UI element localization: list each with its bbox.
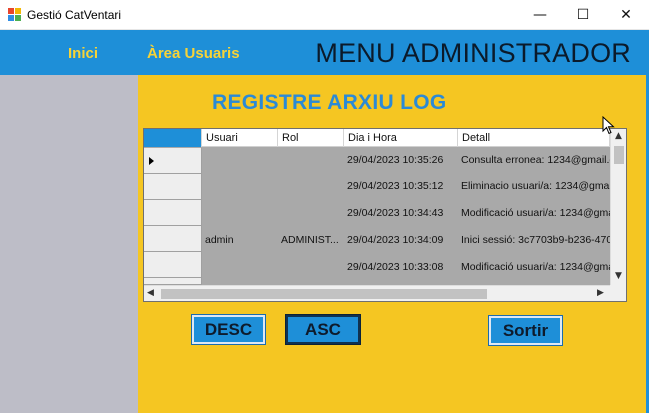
asc-button[interactable]: ASC [285, 314, 361, 345]
page-title: REGISTRE ARXIU LOG [212, 91, 447, 114]
column-header-dia-hora[interactable]: Dia i Hora [344, 129, 458, 147]
title-bar: Gestió CatVentari — ☐ ✕ [0, 0, 649, 30]
scrollbar-corner [610, 285, 626, 301]
cell-dia-hora[interactable]: 29/04/2023 10:35:26 [347, 153, 457, 167]
mouse-pointer-icon [602, 116, 615, 135]
left-panel [0, 75, 138, 413]
row-header[interactable] [144, 226, 202, 252]
scroll-down-icon[interactable]: ▼ [615, 271, 622, 281]
log-data-grid[interactable]: Usuari Rol Dia i Hora Detall 29/04/2023 … [143, 128, 627, 302]
vertical-scroll-thumb[interactable] [614, 146, 624, 164]
cell-dia-hora[interactable]: 29/04/2023 10:34:43 [347, 206, 457, 220]
menu-bar: Inici Àrea Usuaris MENU ADMINISTRADOR [0, 30, 649, 75]
cell-dia-hora[interactable]: 29/04/2023 10:35:12 [347, 179, 457, 193]
cell-usuari[interactable] [205, 153, 277, 167]
cell-detall[interactable]: Inici sessió: 3c7703b9-b236-470c [461, 233, 610, 247]
cell-detall[interactable]: Modificació usuari/a: 1234@gmai [461, 260, 610, 274]
row-header[interactable] [144, 174, 202, 200]
maximize-icon: ☐ [576, 7, 590, 23]
cell-dia-hora[interactable]: 29/04/2023 10:33:08 [347, 260, 457, 274]
column-header-rol[interactable]: Rol [278, 129, 344, 147]
menu-item-inici[interactable]: Inici [68, 45, 98, 62]
cell-rol[interactable]: ADMINIST... [281, 233, 343, 247]
cell-detall[interactable]: Eliminacio usuari/a: 1234@gmail. [461, 179, 610, 193]
cell-usuari[interactable] [205, 206, 277, 220]
grid-corner-header[interactable] [144, 129, 202, 147]
cell-detall[interactable]: Consulta erronea: 1234@gmail.co [461, 153, 610, 167]
row-header[interactable] [144, 278, 202, 285]
minimize-icon: — [533, 7, 547, 23]
cell-dia-hora[interactable]: 29/04/2023 10:34:09 [347, 233, 457, 247]
cell-rol[interactable] [281, 153, 343, 167]
scroll-right-icon[interactable]: ▶ [597, 288, 604, 298]
horizontal-scrollbar[interactable]: ◀ ▶ [144, 285, 610, 301]
app-window-icon [8, 8, 21, 21]
sortir-button[interactable]: Sortir [488, 315, 563, 346]
row-header[interactable] [144, 148, 202, 174]
scroll-left-icon[interactable]: ◀ [147, 288, 154, 298]
vertical-scrollbar[interactable]: ▲ ▼ [610, 129, 626, 285]
desc-button[interactable]: DESC [191, 314, 266, 345]
menu-item-area-usuaris[interactable]: Àrea Usuaris [147, 45, 240, 62]
minimize-button[interactable]: — [517, 0, 563, 30]
cell-rol[interactable] [281, 179, 343, 193]
maximize-button[interactable]: ☐ [560, 0, 606, 30]
cell-usuari[interactable] [205, 260, 277, 274]
row-header[interactable] [144, 200, 202, 226]
cell-detall[interactable]: Modificació usuari/a: 1234@gmai [461, 206, 610, 220]
cell-rol[interactable] [281, 206, 343, 220]
close-icon: ✕ [620, 7, 632, 23]
cell-rol[interactable] [281, 260, 343, 274]
column-header-usuari[interactable]: Usuari [202, 129, 278, 147]
scroll-up-icon[interactable]: ▲ [615, 131, 622, 141]
row-header[interactable] [144, 252, 202, 278]
menu-title: MENU ADMINISTRADOR [315, 38, 631, 68]
horizontal-scroll-thumb[interactable] [161, 289, 487, 299]
current-row-arrow-icon [149, 157, 154, 165]
cell-usuari[interactable]: admin [205, 233, 277, 247]
cell-usuari[interactable] [205, 179, 277, 193]
column-header-detall[interactable]: Detall [458, 129, 610, 147]
window-title: Gestió CatVentari [27, 8, 122, 22]
grid-header: Usuari Rol Dia i Hora Detall [144, 129, 626, 147]
close-button[interactable]: ✕ [603, 0, 649, 30]
